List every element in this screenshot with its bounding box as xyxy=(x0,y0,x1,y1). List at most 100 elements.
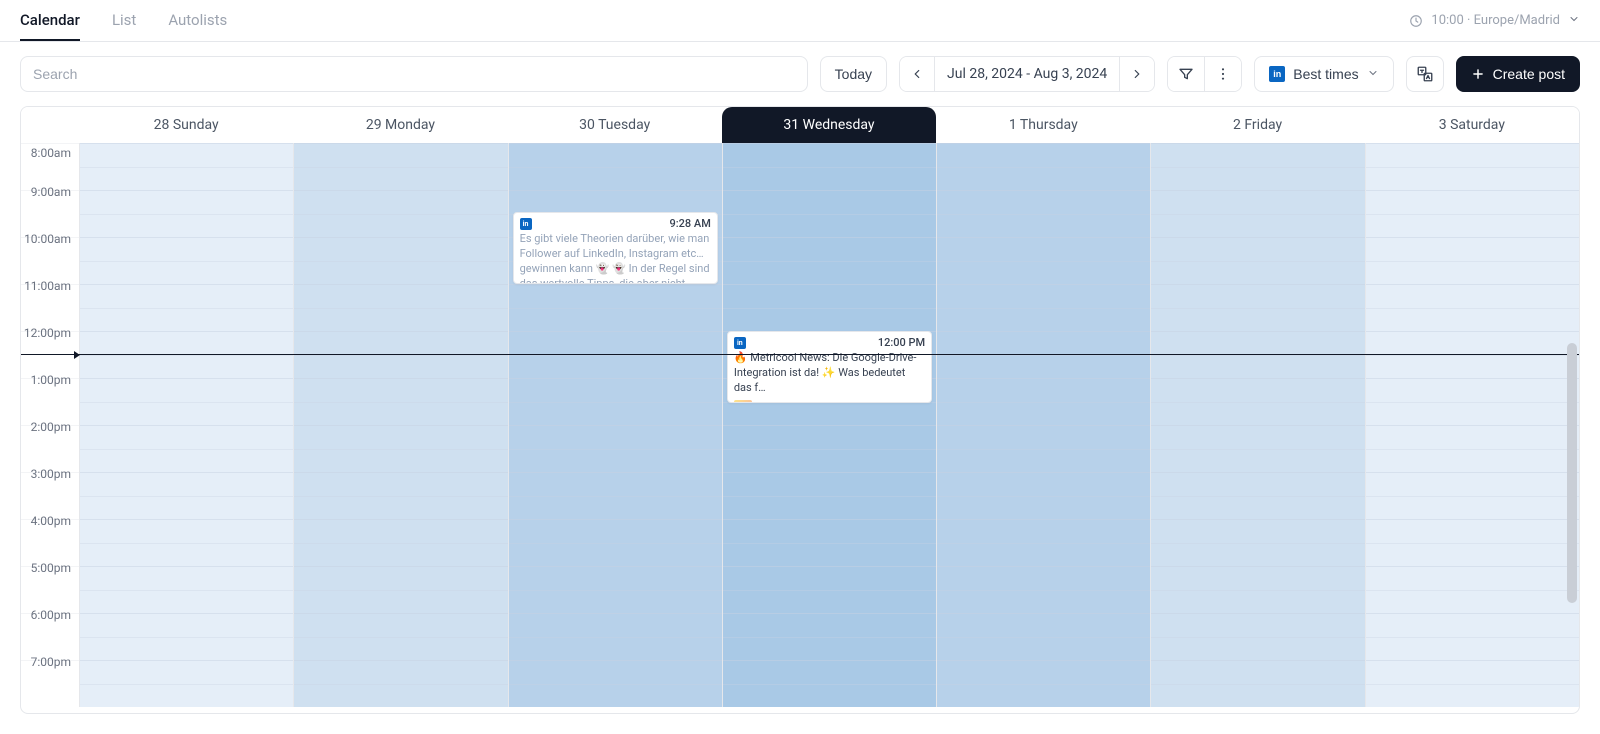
calendar-cell[interactable] xyxy=(509,378,722,425)
calendar-cell[interactable] xyxy=(937,425,1150,472)
calendar-cell[interactable] xyxy=(723,613,936,660)
calendar-cell[interactable] xyxy=(294,237,507,284)
calendar-cell[interactable] xyxy=(937,378,1150,425)
timezone-indicator[interactable]: 10:00 · Europe/Madrid xyxy=(1409,13,1580,29)
calendar-cell[interactable] xyxy=(1151,143,1364,190)
day-col-thu[interactable] xyxy=(936,143,1150,707)
calendar-cell[interactable] xyxy=(1151,660,1364,707)
calendar-cell[interactable] xyxy=(1151,519,1364,566)
calendar-cell[interactable] xyxy=(1366,378,1579,425)
calendar-cell[interactable] xyxy=(723,566,936,613)
calendar-cell[interactable] xyxy=(509,284,722,331)
filter-button[interactable] xyxy=(1168,57,1205,91)
calendar-cell[interactable] xyxy=(1366,331,1579,378)
calendar-cell[interactable] xyxy=(80,566,293,613)
more-options-button[interactable] xyxy=(1205,57,1241,91)
calendar-cell[interactable] xyxy=(937,613,1150,660)
calendar-cell[interactable] xyxy=(294,378,507,425)
calendar-cell[interactable] xyxy=(1366,143,1579,190)
calendar-cell[interactable] xyxy=(509,331,722,378)
calendar-cell[interactable] xyxy=(80,425,293,472)
calendar-cell[interactable] xyxy=(937,331,1150,378)
calendar-cell[interactable] xyxy=(723,190,936,237)
day-col-wed[interactable]: in12:00 PM🔥 Metricool News: Die Google-D… xyxy=(722,143,936,707)
calendar-cell[interactable] xyxy=(509,566,722,613)
calendar-cell[interactable] xyxy=(723,425,936,472)
day-header-fri[interactable]: 2 Friday xyxy=(1150,107,1364,143)
calendar-cell[interactable] xyxy=(1151,331,1364,378)
calendar-cell[interactable] xyxy=(1366,660,1579,707)
calendar-cell[interactable] xyxy=(294,190,507,237)
scrollbar-thumb[interactable] xyxy=(1567,343,1577,603)
calendar-cell[interactable] xyxy=(1151,425,1364,472)
calendar-cell[interactable] xyxy=(294,519,507,566)
calendar-cell[interactable] xyxy=(723,284,936,331)
calendar-cell[interactable] xyxy=(80,237,293,284)
calendar-cell[interactable] xyxy=(937,284,1150,331)
calendar-cell[interactable] xyxy=(294,566,507,613)
scheduled-post[interactable]: in12:00 PM🔥 Metricool News: Die Google-D… xyxy=(727,331,932,403)
date-range-label[interactable]: Jul 28, 2024 - Aug 3, 2024 xyxy=(935,57,1120,91)
calendar-cell[interactable] xyxy=(1151,190,1364,237)
calendar-cell[interactable] xyxy=(937,190,1150,237)
calendar-cell[interactable] xyxy=(937,660,1150,707)
calendar-cell[interactable] xyxy=(294,660,507,707)
calendar-cell[interactable] xyxy=(509,472,722,519)
prev-week-button[interactable] xyxy=(900,57,935,91)
create-post-button[interactable]: Create post xyxy=(1456,56,1580,92)
day-col-tue[interactable]: in9:28 AMEs gibt viele Theorien darüber,… xyxy=(508,143,722,707)
calendar-cell[interactable] xyxy=(509,425,722,472)
best-times-button[interactable]: in Best times xyxy=(1254,56,1393,92)
calendar-cell[interactable] xyxy=(294,472,507,519)
calendar-cell[interactable] xyxy=(509,660,722,707)
calendar-cell[interactable] xyxy=(80,519,293,566)
day-header-thu[interactable]: 1 Thursday xyxy=(936,107,1150,143)
today-button[interactable]: Today xyxy=(820,56,887,92)
calendar-cell[interactable] xyxy=(723,472,936,519)
calendar-cell[interactable] xyxy=(80,143,293,190)
calendar-cell[interactable] xyxy=(723,660,936,707)
calendar-cell[interactable] xyxy=(294,284,507,331)
calendar-cell[interactable] xyxy=(723,519,936,566)
calendar-cell[interactable] xyxy=(1366,237,1579,284)
tab-autolists[interactable]: Autolists xyxy=(168,1,227,41)
calendar-cell[interactable] xyxy=(509,519,722,566)
calendar-cell[interactable] xyxy=(509,613,722,660)
calendar-cell[interactable] xyxy=(1151,237,1364,284)
calendar-cell[interactable] xyxy=(723,237,936,284)
day-col-fri[interactable] xyxy=(1150,143,1364,707)
tab-calendar[interactable]: Calendar xyxy=(20,1,80,41)
calendar-cell[interactable] xyxy=(937,519,1150,566)
search-input[interactable] xyxy=(20,56,808,92)
calendar-cell[interactable] xyxy=(937,143,1150,190)
calendar-cell[interactable] xyxy=(80,190,293,237)
calendar-cell[interactable] xyxy=(80,660,293,707)
scheduled-post[interactable]: in9:28 AMEs gibt viele Theorien darüber,… xyxy=(513,212,718,284)
calendar-cell[interactable] xyxy=(509,143,722,190)
calendar-cell[interactable] xyxy=(937,237,1150,284)
calendar-cell[interactable] xyxy=(1151,472,1364,519)
calendar-cell[interactable] xyxy=(80,378,293,425)
calendar-cell[interactable] xyxy=(80,613,293,660)
day-col-mon[interactable] xyxy=(293,143,507,707)
calendar-cell[interactable] xyxy=(294,331,507,378)
calendar-cell[interactable] xyxy=(1366,190,1579,237)
day-header-sat[interactable]: 3 Saturday xyxy=(1365,107,1579,143)
calendar-cell[interactable] xyxy=(294,143,507,190)
date-range-picker[interactable]: Jul 28, 2024 - Aug 3, 2024 xyxy=(899,56,1155,92)
calendar-cell[interactable] xyxy=(1151,613,1364,660)
calendar-scroll-area[interactable]: 8:00am9:00am10:00am11:00am12:00pm1:00pm2… xyxy=(21,143,1579,713)
calendar-cell[interactable] xyxy=(1366,284,1579,331)
calendar-cell[interactable] xyxy=(294,613,507,660)
calendar-cell[interactable] xyxy=(1151,566,1364,613)
translate-button[interactable] xyxy=(1406,56,1444,92)
day-col-sat[interactable] xyxy=(1365,143,1579,707)
calendar-cell[interactable] xyxy=(1151,378,1364,425)
calendar-cell[interactable] xyxy=(80,331,293,378)
day-header-sun[interactable]: 28 Sunday xyxy=(79,107,293,143)
calendar-cell[interactable] xyxy=(1366,613,1579,660)
calendar-cell[interactable] xyxy=(294,425,507,472)
calendar-cell[interactable] xyxy=(937,472,1150,519)
calendar-cell[interactable] xyxy=(937,566,1150,613)
next-week-button[interactable] xyxy=(1120,57,1154,91)
